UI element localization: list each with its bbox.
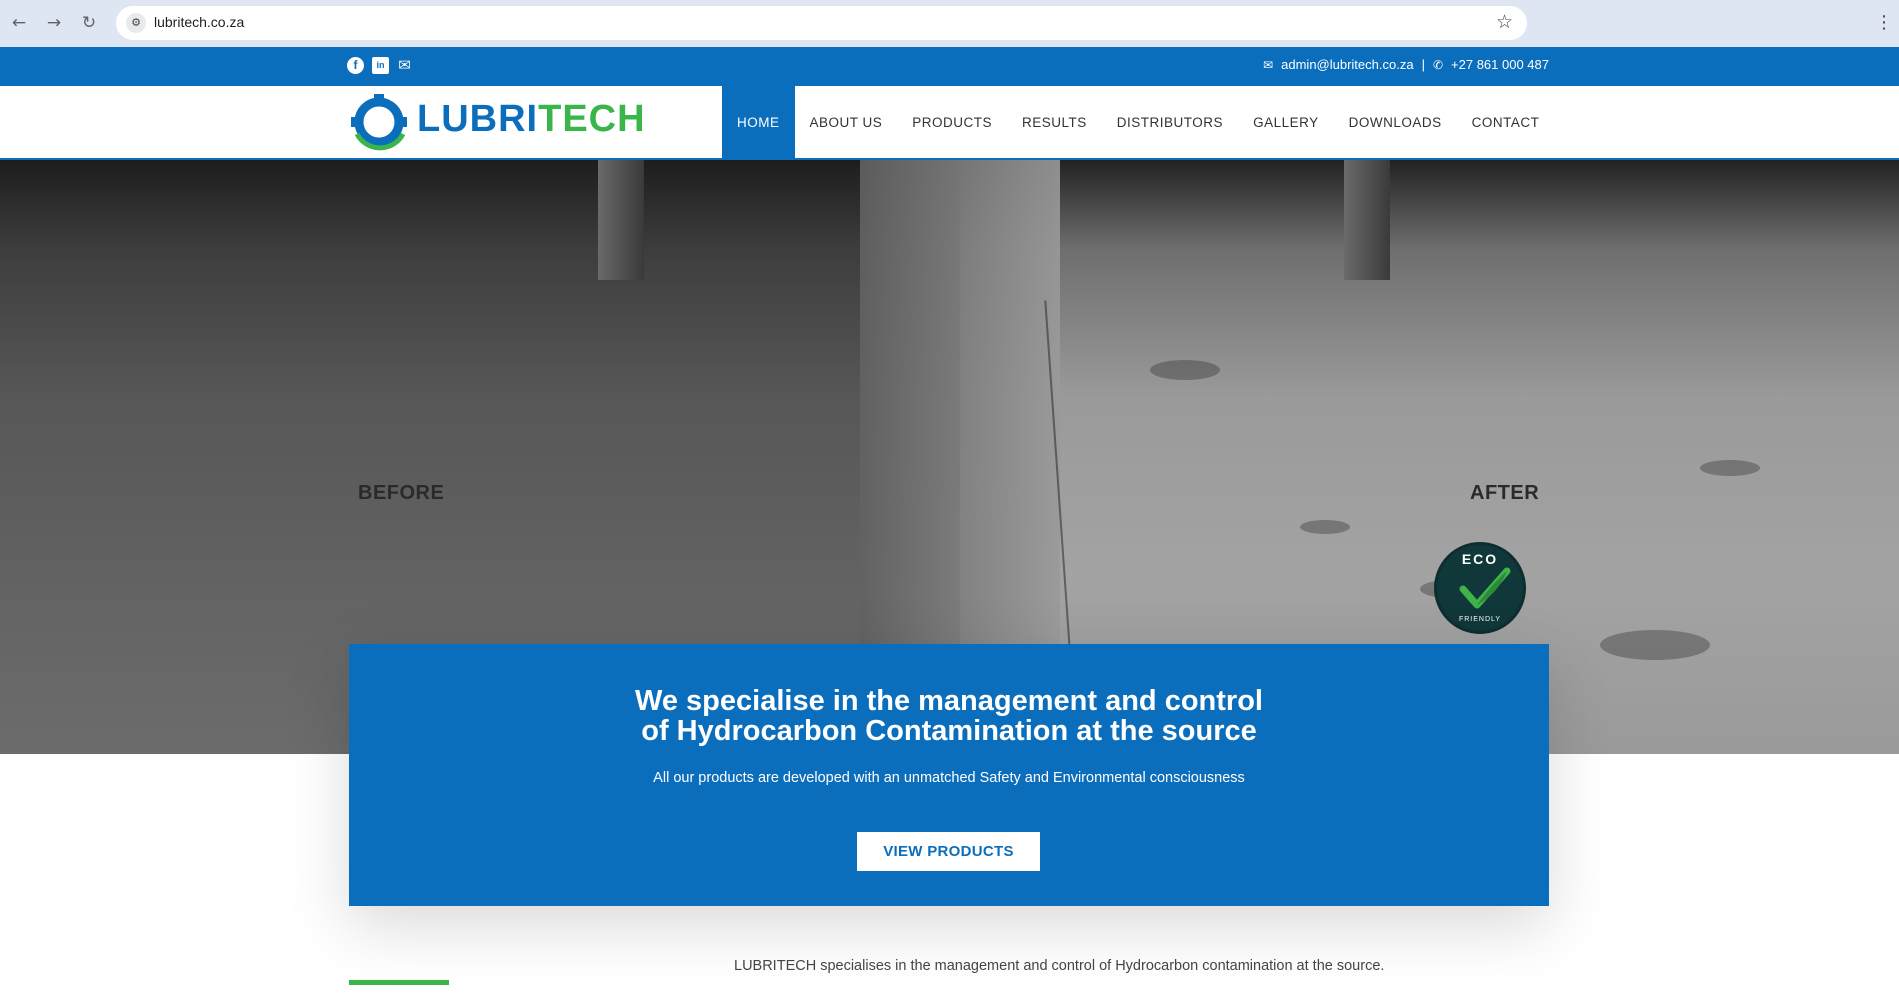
menu-item-about-us[interactable]: ABOUT US — [795, 86, 898, 160]
facebook-icon[interactable]: f — [347, 57, 364, 74]
reload-icon[interactable]: ↻ — [78, 12, 100, 34]
site-header: LUBRITECH HOME ABOUT US PRODUCTS RESULTS… — [0, 86, 1899, 160]
eco-friendly-badge: ECO FRIENDLY — [1434, 542, 1526, 634]
logo-mark-icon — [351, 94, 407, 151]
after-label: AFTER — [1470, 482, 1540, 504]
promo-subtext: All our products are developed with an u… — [653, 770, 1245, 786]
hero-stain — [1600, 630, 1710, 660]
promo-box: We specialise in the management and cont… — [349, 644, 1549, 906]
menu-item-results[interactable]: RESULTS — [1007, 86, 1102, 160]
mail-icon[interactable]: ✉ — [396, 57, 413, 74]
browser-toolbar: ← → ↻ ⚙ lubritech.co.za ☆ ⋮ — [0, 0, 1899, 47]
menu-item-contact[interactable]: CONTACT — [1457, 86, 1555, 160]
browser-menu-icon[interactable]: ⋮ — [1875, 12, 1893, 34]
hero-pillar — [598, 160, 644, 280]
hero-pillar — [1344, 160, 1390, 280]
menu-item-distributors[interactable]: DISTRIBUTORS — [1102, 86, 1238, 160]
menu-item-products[interactable]: PRODUCTS — [897, 86, 1007, 160]
hero-stain — [1700, 460, 1760, 476]
email-link[interactable]: admin@lubritech.co.za — [1281, 57, 1413, 72]
hero-stain — [1150, 360, 1220, 380]
before-label: BEFORE — [358, 482, 445, 504]
checkmark-leaf-icon — [1459, 567, 1511, 609]
contact-info: ✉ admin@lubritech.co.za | ✆ +27 861 000 … — [1263, 57, 1549, 72]
lubritech-logo[interactable]: LUBRITECH — [347, 90, 693, 154]
bookmark-star-icon[interactable]: ☆ — [1496, 11, 1513, 33]
menu-item-gallery[interactable]: GALLERY — [1238, 86, 1334, 160]
contact-separator: | — [1421, 57, 1425, 72]
section-accent-line — [349, 980, 449, 985]
logo-wordmark: LUBRITECH — [417, 98, 646, 140]
view-products-button[interactable]: VIEW PRODUCTS — [857, 832, 1040, 871]
top-contact-bar: f in ✉ ✉ admin@lubritech.co.za | ✆ +27 8… — [0, 47, 1899, 86]
intro-text: LUBRITECH specialises in the management … — [734, 958, 1385, 974]
address-bar[interactable]: ⚙ lubritech.co.za ☆ — [116, 6, 1527, 40]
url-text[interactable]: lubritech.co.za — [154, 14, 244, 30]
eco-badge-subtext: FRIENDLY — [1458, 616, 1502, 623]
envelope-icon: ✉ — [1263, 57, 1274, 72]
hero-stain — [1300, 520, 1350, 534]
phone-icon: ✆ — [1432, 57, 1444, 72]
menu-item-downloads[interactable]: DOWNLOADS — [1334, 86, 1457, 160]
back-icon[interactable]: ← — [8, 12, 30, 34]
linkedin-icon[interactable]: in — [372, 57, 389, 74]
menu-item-home[interactable]: HOME — [722, 86, 795, 160]
main-menu: HOME ABOUT US PRODUCTS RESULTS DISTRIBUT… — [722, 86, 1554, 160]
forward-icon[interactable]: → — [43, 12, 65, 34]
promo-heading: We specialise in the management and cont… — [635, 685, 1263, 747]
phone-link[interactable]: +27 861 000 487 — [1451, 57, 1549, 72]
site-info-icon[interactable]: ⚙ — [126, 13, 146, 33]
